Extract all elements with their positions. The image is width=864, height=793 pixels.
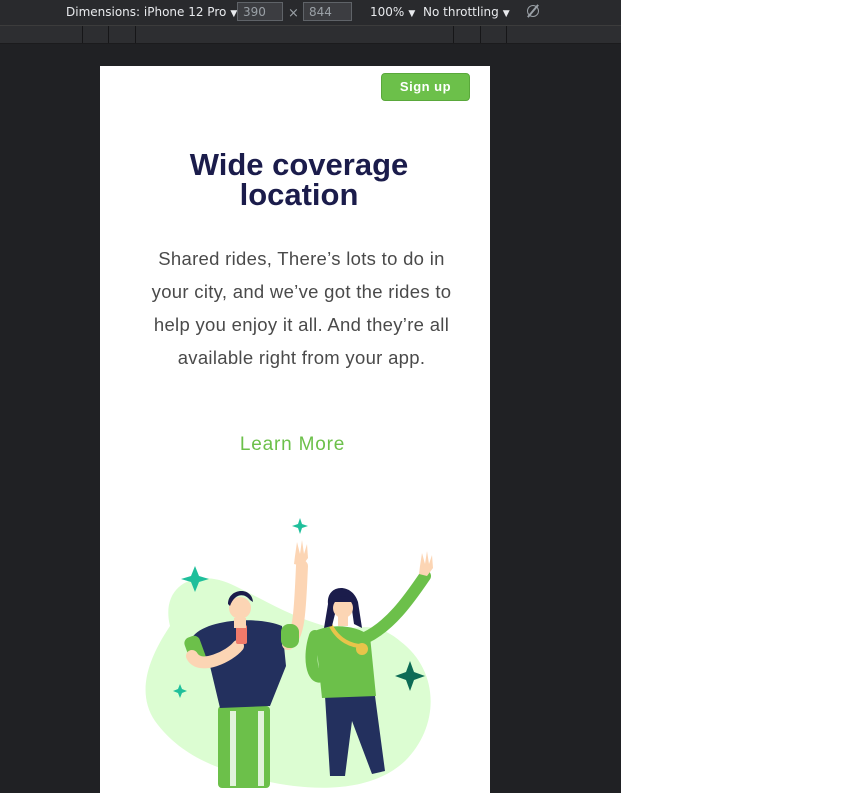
throttling-selector[interactable]: No throttling ▼ — [423, 0, 510, 25]
device-selector-label: Dimensions: iPhone 12 Pro — [66, 5, 227, 19]
sign-up-button[interactable]: Sign up — [381, 73, 470, 101]
width-input[interactable]: 390 — [237, 2, 283, 21]
rotate-icon[interactable] — [527, 5, 539, 17]
learn-more-link[interactable]: Learn More — [210, 434, 375, 456]
media-query-bar[interactable] — [0, 26, 621, 44]
device-selector[interactable]: Dimensions: iPhone 12 Pro ▼ — [66, 0, 237, 25]
chevron-down-icon: ▼ — [408, 9, 416, 19]
devtools-panel: Dimensions: iPhone 12 Pro ▼ 390 × 844 100… — [0, 0, 621, 793]
device-viewport: Sign up Wide coverage location Shared ri… — [100, 66, 490, 793]
chevron-down-icon: ▼ — [502, 9, 510, 19]
zoom-label: 100% — [370, 5, 405, 19]
device-toolbar: Dimensions: iPhone 12 Pro ▼ 390 × 844 100… — [0, 0, 621, 26]
height-input[interactable]: 844 — [303, 2, 352, 21]
intro-paragraph: Shared rides, There’s lots to do in your… — [151, 248, 452, 368]
throttling-label: No throttling — [423, 5, 499, 19]
page-title: Wide coverage location — [189, 147, 409, 212]
zoom-selector[interactable]: 100% ▼ — [370, 0, 415, 25]
people-celebrating-illustration — [145, 518, 433, 788]
times-symbol: × — [288, 6, 299, 21]
